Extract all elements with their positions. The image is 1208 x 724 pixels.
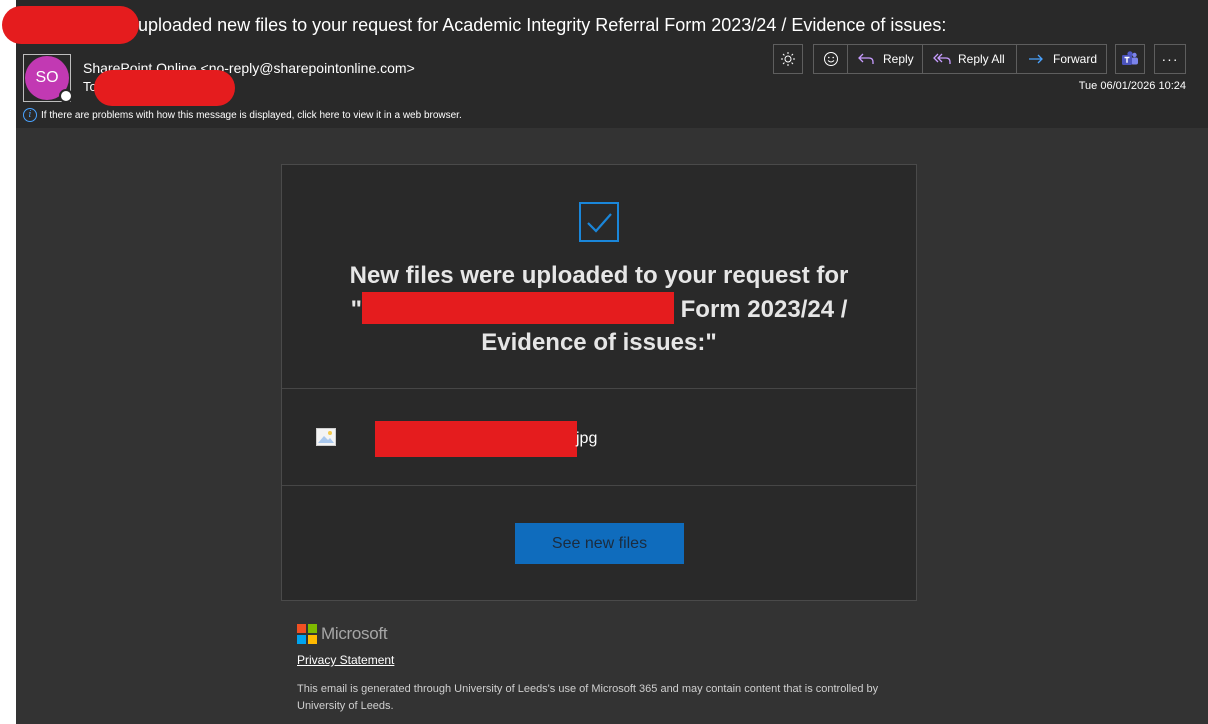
teams-button[interactable] xyxy=(1115,44,1145,74)
divider-bottom xyxy=(282,485,916,486)
react-button[interactable] xyxy=(814,45,847,73)
headline-line-1: New files were uploaded to your request … xyxy=(349,262,849,289)
email-subject: uploaded new files to your request for A… xyxy=(138,15,947,35)
see-new-files-button[interactable]: See new files xyxy=(515,523,684,564)
reply-all-label: Reply All xyxy=(958,52,1005,66)
checkbox-checked-icon xyxy=(579,202,619,242)
redacted-request-name xyxy=(361,292,674,324)
reply-arrow-icon xyxy=(858,53,874,64)
forward-arrow-icon xyxy=(1029,54,1043,64)
headline-line-2: " Form 2023/24 / xyxy=(282,292,916,326)
notification-card: New files were uploaded to your request … xyxy=(281,164,917,601)
microsoft-logo: Microsoft xyxy=(297,624,388,644)
info-text: If there are problems with how this mess… xyxy=(41,109,462,121)
sent-date: Tue 06/01/2026 10:24 xyxy=(1078,80,1186,92)
reply-label: Reply xyxy=(883,52,914,66)
footer-disclaimer: This email is generated through Universi… xyxy=(297,683,879,712)
notification-headline: New files were uploaded to your request … xyxy=(282,259,916,359)
sender-avatar[interactable]: SO xyxy=(23,54,73,103)
redacted-sender-name xyxy=(2,6,139,44)
smiley-icon xyxy=(823,52,838,66)
redacted-recipient xyxy=(94,70,235,106)
privacy-statement-link[interactable]: Privacy Statement xyxy=(297,653,394,667)
headline-line-3: Evidence of issues:" xyxy=(481,329,717,356)
headline-line-2-end: Form 2023/24 / xyxy=(673,296,848,323)
forward-label: Forward xyxy=(1053,52,1098,66)
microsoft-logo-icon xyxy=(297,624,317,644)
reply-button[interactable]: Reply xyxy=(847,45,922,73)
image-file-icon xyxy=(316,428,336,446)
reply-all-button[interactable]: Reply All xyxy=(922,45,1016,73)
microsoft-wordmark: Microsoft xyxy=(321,624,388,643)
forward-button[interactable]: Forward xyxy=(1016,45,1106,73)
email-header: uploaded new files to your request for A… xyxy=(16,0,1208,128)
info-icon: i xyxy=(23,108,37,122)
theme-toggle-button[interactable] xyxy=(773,44,803,74)
reply-all-arrow-icon xyxy=(933,53,951,64)
email-reading-pane: uploaded new files to your request for A… xyxy=(16,0,1208,724)
presence-indicator xyxy=(59,89,73,103)
file-extension[interactable]: jpg xyxy=(576,430,597,448)
info-bar[interactable]: i If there are problems with how this me… xyxy=(23,108,462,122)
divider-top xyxy=(282,388,916,389)
reply-button-group: Reply Reply All Forward xyxy=(813,44,1107,74)
redacted-file-name xyxy=(375,421,577,457)
headline-quote: " xyxy=(350,296,362,323)
teams-icon xyxy=(1122,51,1138,65)
more-actions-button[interactable]: ··· xyxy=(1154,44,1186,74)
sun-icon xyxy=(781,52,795,66)
